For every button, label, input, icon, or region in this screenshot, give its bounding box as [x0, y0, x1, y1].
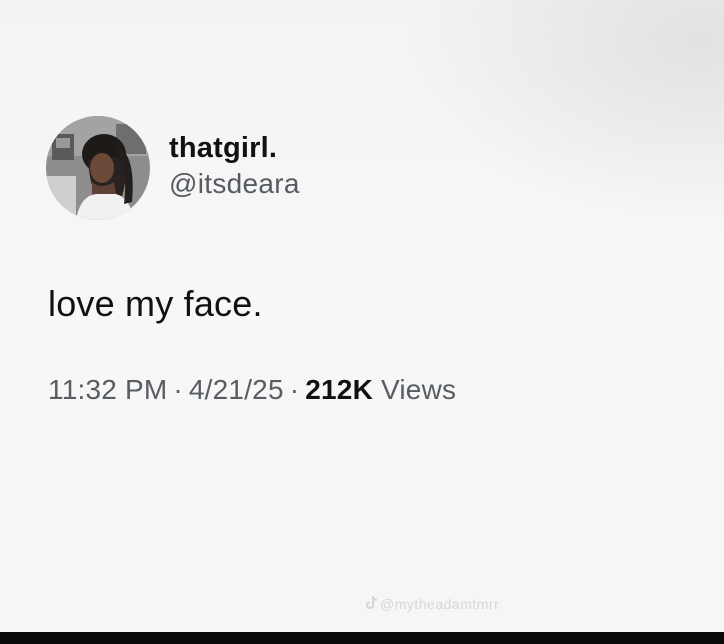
views-count: 212K — [305, 374, 374, 405]
tweet-meta: 11:32 PM · 4/21/25 · 212K Views — [48, 372, 686, 408]
profile-photo — [46, 116, 150, 220]
tweet-header: thatgirl. @itsdeara — [46, 116, 686, 220]
watermark: @mytheadamtmrr — [366, 596, 499, 612]
screenshot-background: thatgirl. @itsdeara love my face. 11:32 … — [0, 0, 724, 632]
tweet-time[interactable]: 11:32 PM — [48, 374, 167, 405]
author-names: thatgirl. @itsdeara — [169, 130, 300, 202]
tweet-text: love my face. — [48, 283, 263, 324]
watermark-text: @mytheadamtmrr — [380, 596, 500, 612]
separator-dot: · — [173, 374, 183, 405]
user-handle[interactable]: @itsdeara — [169, 166, 300, 202]
bottom-bar — [0, 632, 724, 644]
tiktok-icon — [366, 596, 377, 612]
views-label: Views — [381, 374, 457, 405]
tweet-date[interactable]: 4/21/25 — [189, 374, 284, 405]
tweet-card: thatgirl. @itsdeara love my face. 11:32 … — [46, 116, 686, 408]
display-name[interactable]: thatgirl. — [169, 130, 300, 166]
separator-dot: · — [289, 374, 300, 405]
avatar[interactable] — [46, 116, 150, 220]
